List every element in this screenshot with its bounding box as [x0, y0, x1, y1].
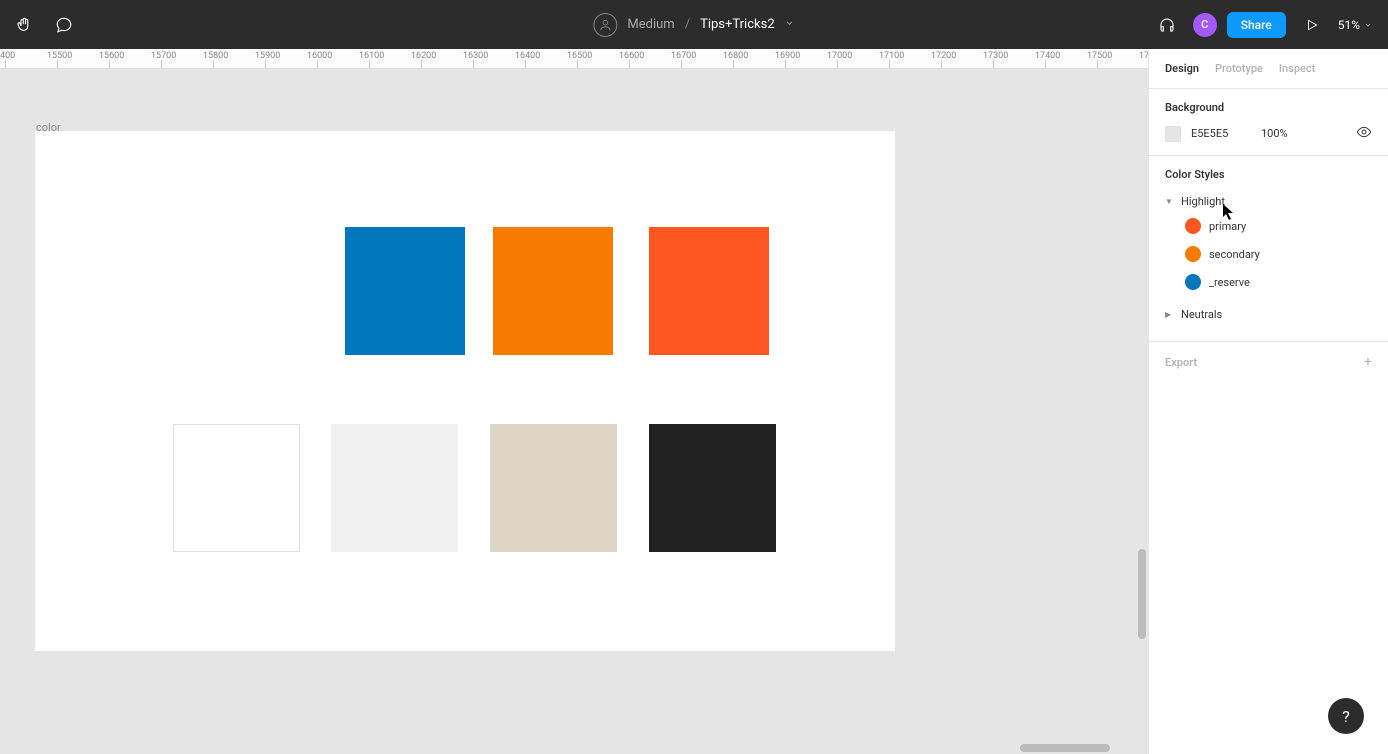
horizontal-ruler: 5400 15500 15600 15700 15800 15900 16000 16100 1… — [0, 49, 1148, 69]
caret-down-icon: ▼ — [1165, 197, 1175, 206]
scrollbar-vertical[interactable] — [1138, 549, 1146, 639]
color-swatch[interactable] — [490, 424, 617, 552]
style-group-name: Neutrals — [1181, 308, 1222, 321]
style-item-secondary[interactable]: secondary — [1165, 240, 1372, 268]
color-swatch[interactable] — [649, 227, 769, 355]
ruler-mark: 15600 — [99, 51, 124, 61]
background-title: Background — [1165, 101, 1372, 114]
canvas[interactable]: color — [0, 69, 1148, 754]
export-title: Export — [1165, 356, 1197, 369]
add-export-icon[interactable]: + — [1364, 354, 1372, 370]
ruler-mark: 16100 — [359, 51, 384, 61]
ruler-mark: 17500 — [1087, 51, 1112, 61]
ruler-mark: 16500 — [567, 51, 592, 61]
style-color-swatch — [1185, 274, 1201, 290]
toolbar-right: C Share 51% — [1151, 9, 1380, 41]
color-swatch[interactable] — [493, 227, 613, 355]
ruler-mark: 17100 — [879, 51, 904, 61]
toolbar-left — [8, 9, 80, 41]
breadcrumb-separator: / — [685, 17, 690, 32]
ruler-mark: 16800 — [723, 51, 748, 61]
style-item-label: _reserve — [1209, 276, 1250, 289]
ruler-mark: 16200 — [411, 51, 436, 61]
ruler-mark: 16000 — [307, 51, 332, 61]
style-item-primary[interactable]: primary — [1165, 212, 1372, 240]
headphones-icon[interactable] — [1151, 9, 1183, 41]
ruler-mark: 16700 — [671, 51, 696, 61]
export-section: Export + — [1149, 342, 1388, 382]
top-toolbar: Medium / Tips+Tricks2 C Share 51% — [0, 0, 1388, 49]
visibility-icon[interactable] — [1356, 124, 1372, 143]
scrollbar-horizontal[interactable] — [1020, 744, 1110, 752]
style-item-label: secondary — [1209, 248, 1260, 261]
ruler-mark: 17200 — [931, 51, 956, 61]
tab-prototype[interactable]: Prototype — [1215, 62, 1263, 75]
style-color-swatch — [1185, 246, 1201, 262]
tab-design[interactable]: Design — [1165, 62, 1199, 75]
ruler-mark: 16300 — [463, 51, 488, 61]
style-group-highlight[interactable]: ▼ Highlight — [1165, 191, 1372, 212]
style-group-name: Highlight — [1181, 195, 1225, 208]
color-styles-title: Color Styles — [1165, 168, 1372, 181]
ruler-mark: 16600 — [619, 51, 644, 61]
style-item-label: primary — [1209, 220, 1246, 233]
background-section: Background E5E5E5 100% — [1149, 89, 1388, 156]
zoom-control[interactable]: 51% — [1338, 18, 1380, 32]
hand-tool-icon[interactable] — [8, 9, 40, 41]
style-group-neutrals[interactable]: ▶ Neutrals — [1165, 304, 1372, 325]
style-color-swatch — [1185, 218, 1201, 234]
ruler-mark: 16400 — [515, 51, 540, 61]
color-styles-section: Color Styles ▼ Highlight primary secondary _… — [1149, 156, 1388, 342]
file-name[interactable]: Tips+Tricks2 — [700, 17, 775, 32]
color-swatch[interactable] — [345, 227, 465, 355]
comment-tool-icon[interactable] — [48, 9, 80, 41]
ruler-mark: 15700 — [151, 51, 176, 61]
panel-tabs: Design Prototype Inspect — [1149, 49, 1388, 89]
ruler-mark: 17400 — [1035, 51, 1060, 61]
ruler-mark: 5400 — [0, 51, 15, 61]
ruler-mark: 16900 — [775, 51, 800, 61]
caret-right-icon: ▶ — [1165, 310, 1175, 319]
tab-inspect[interactable]: Inspect — [1279, 62, 1315, 75]
ruler-mark: 17300 — [983, 51, 1008, 61]
background-hex[interactable]: E5E5E5 — [1191, 127, 1251, 140]
ruler-mark: 1760 — [1139, 51, 1148, 61]
help-button[interactable]: ? — [1328, 698, 1364, 734]
play-icon[interactable] — [1296, 9, 1328, 41]
color-swatch[interactable] — [331, 424, 458, 552]
share-button[interactable]: Share — [1227, 12, 1286, 38]
zoom-value: 51% — [1338, 18, 1360, 32]
frame-color[interactable] — [35, 131, 895, 651]
ruler-mark: 15800 — [203, 51, 228, 61]
background-row[interactable]: E5E5E5 100% — [1165, 124, 1372, 143]
color-swatch[interactable] — [173, 424, 300, 552]
right-panel: Design Prototype Inspect Background E5E5… — [1148, 49, 1388, 754]
ruler-mark: 17000 — [827, 51, 852, 61]
avatar[interactable]: C — [1193, 13, 1217, 37]
workspace-name[interactable]: Medium — [627, 17, 674, 32]
ruler-mark: 15500 — [47, 51, 72, 61]
user-icon[interactable] — [593, 13, 617, 37]
background-swatch[interactable] — [1165, 126, 1181, 142]
chevron-down-icon[interactable] — [785, 18, 795, 31]
color-swatch[interactable] — [649, 424, 776, 552]
background-opacity[interactable]: 100% — [1261, 127, 1288, 140]
style-item-_reserve[interactable]: _reserve — [1165, 268, 1372, 296]
ruler-mark: 15900 — [255, 51, 280, 61]
toolbar-center: Medium / Tips+Tricks2 — [593, 13, 794, 37]
